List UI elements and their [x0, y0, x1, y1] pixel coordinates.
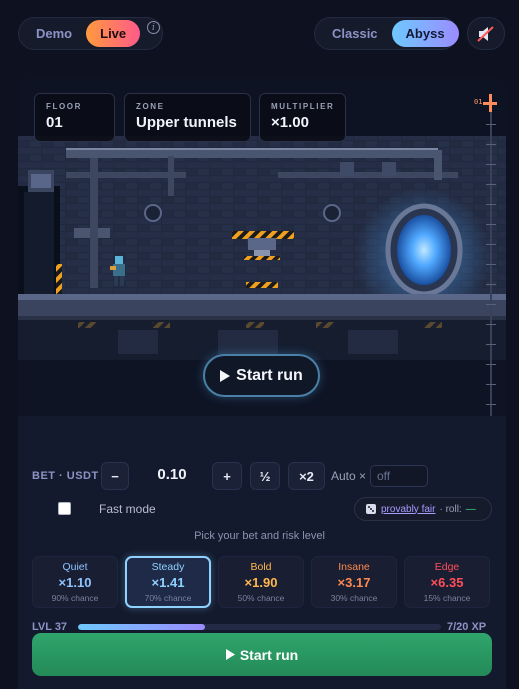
scene-start-run-button[interactable]: Start run [203, 354, 320, 397]
risk-chance: 90% chance [51, 593, 99, 603]
start-run-button[interactable]: Start run [32, 633, 492, 676]
risk-option-bold[interactable]: Bold ×1.90 50% chance [218, 556, 304, 608]
depth-tick [486, 204, 496, 205]
dice-icon [366, 504, 376, 514]
bet-amount: 0.10 [157, 466, 187, 483]
risk-multiplier: ×6.35 [430, 575, 464, 590]
risk-chance: 70% chance [144, 593, 192, 603]
level-label: LVL 37 [32, 621, 68, 633]
zone-label: ZONE [136, 102, 165, 111]
risk-name: Quiet [62, 561, 88, 573]
scene-start-run-label: Start run [236, 366, 303, 384]
multiplier-label: MULTIPLIER [271, 102, 335, 111]
depth-marker [483, 102, 497, 105]
play-icon [225, 649, 235, 660]
zone-value: Upper tunnels [136, 114, 237, 131]
risk-multiplier: ×1.10 [58, 575, 92, 590]
bet-increase-button[interactable]: + [212, 462, 242, 490]
provably-fair-link[interactable]: provably fair [381, 504, 435, 515]
depth-tick [486, 364, 496, 365]
speaker-muted-icon [477, 25, 494, 42]
risk-chance: 30% chance [330, 593, 378, 603]
risk-multiplier: ×3.17 [337, 575, 371, 590]
play-icon [220, 369, 231, 382]
abyss-theme-button[interactable]: Abyss [391, 20, 459, 47]
info-icon[interactable]: i [147, 21, 160, 34]
risk-chance: 15% chance [423, 593, 471, 603]
xp-label: 7/20 XP [447, 621, 487, 633]
depth-tick [486, 284, 496, 285]
risk-multiplier: ×1.41 [151, 575, 185, 590]
depth-tick [486, 184, 496, 185]
risk-hint: Pick your bet and risk level [194, 530, 325, 542]
bet-label: BET · USDT [32, 470, 99, 482]
provably-fair-box: provably fair · roll: — [354, 497, 492, 521]
bet-double-button[interactable]: ×2 [288, 462, 325, 490]
xp-progress-fill [78, 624, 206, 630]
risk-option-edge[interactable]: Edge ×6.35 15% chance [404, 556, 490, 608]
mode-toggle: Demo Live [18, 17, 163, 50]
classic-theme-button[interactable]: Classic [318, 20, 392, 47]
floor-value: 01 [46, 114, 63, 131]
risk-multiplier: ×1.90 [244, 575, 278, 590]
depth-tick [486, 164, 496, 165]
depth-tick [486, 264, 496, 265]
roll-label: · roll: [439, 503, 462, 515]
depth-tick [486, 384, 496, 385]
depth-tick [486, 144, 496, 145]
multiplier-card: MULTIPLIER ×1.00 [259, 93, 346, 142]
risk-name: Insane [338, 561, 370, 573]
depth-tick [486, 404, 496, 405]
risk-name: Edge [434, 561, 460, 573]
live-mode-button[interactable]: Live [86, 20, 141, 47]
depth-tick [486, 124, 496, 125]
risk-option-quiet[interactable]: Quiet ×1.10 90% chance [32, 556, 118, 608]
zone-card: ZONE Upper tunnels [124, 93, 251, 142]
floor-card: FLOOR 01 [34, 93, 115, 142]
fast-mode-label: Fast mode [99, 502, 156, 516]
demo-mode-button[interactable]: Demo [22, 20, 86, 47]
bet-decrease-button[interactable]: − [101, 462, 129, 490]
risk-name: Bold [250, 561, 272, 573]
risk-name: Steady [151, 561, 185, 573]
auto-label: Auto × [331, 469, 367, 483]
depth-tick [486, 324, 496, 325]
floor-label: FLOOR [46, 102, 82, 111]
depth-tick [486, 344, 496, 345]
xp-progress-bar [78, 624, 441, 630]
fast-mode-checkbox[interactable] [58, 502, 71, 515]
risk-option-insane[interactable]: Insane ×3.17 30% chance [311, 556, 397, 608]
start-run-label: Start run [239, 646, 299, 663]
theme-toggle: Classic Abyss [314, 17, 459, 50]
depth-tick [486, 244, 496, 245]
bet-half-button[interactable]: ½ [250, 462, 280, 490]
sound-toggle-button[interactable] [467, 17, 505, 50]
multiplier-value: ×1.00 [271, 114, 309, 131]
depth-marker-label: 01 [474, 98, 483, 106]
roll-value: — [465, 503, 476, 515]
depth-tick [486, 224, 496, 225]
risk-chance: 50% chance [237, 593, 285, 603]
depth-tick [486, 304, 496, 305]
auto-input[interactable] [370, 465, 428, 487]
risk-option-steady[interactable]: Steady ×1.41 70% chance [125, 556, 211, 608]
